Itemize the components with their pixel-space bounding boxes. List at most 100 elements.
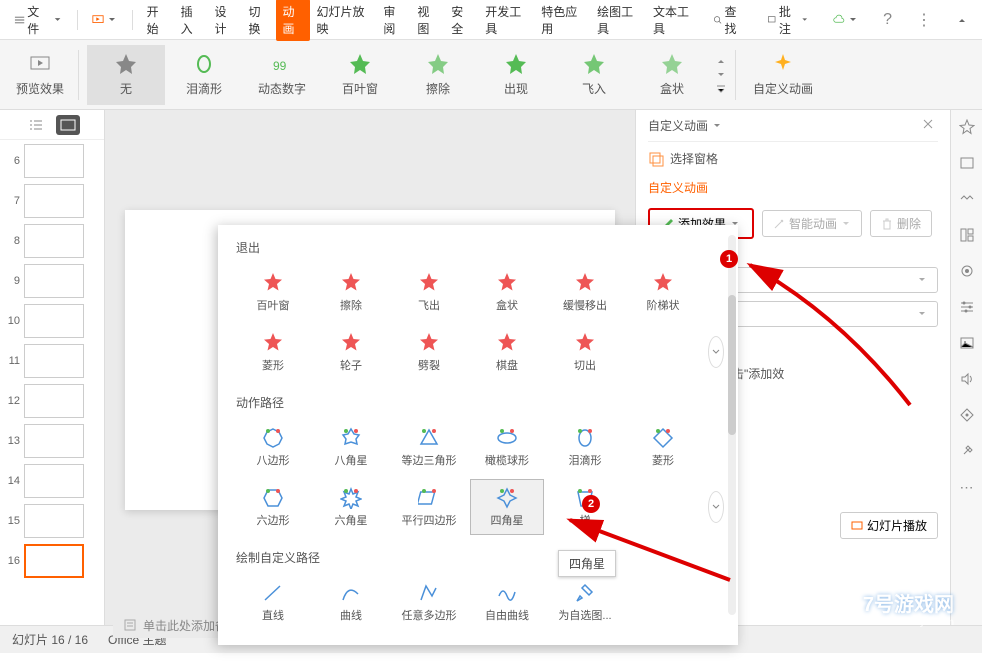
anim-preset-0[interactable]: 无	[87, 45, 165, 105]
menu-tab-9[interactable]: 开发工具	[479, 0, 535, 41]
slide-thumbnail[interactable]: 6	[4, 144, 100, 178]
custom-path-item[interactable]: 自由曲线	[470, 574, 544, 630]
custom-path-item[interactable]: 为自选图...	[548, 574, 622, 630]
expand-gallery-icon[interactable]	[715, 84, 727, 94]
menu-tab-5[interactable]: 幻灯片放映	[310, 0, 377, 41]
anim-preset-4[interactable]: 擦除	[399, 45, 477, 105]
more-exit-button[interactable]	[708, 336, 724, 368]
path-effect-item[interactable]: 八角星	[314, 419, 388, 475]
anim-preset-7[interactable]: 盒状	[633, 45, 711, 105]
path-effect-item[interactable]: 等边三角形	[392, 419, 466, 475]
rb-anim-icon[interactable]	[958, 262, 976, 280]
rb-settings-icon[interactable]	[958, 298, 976, 316]
delete-button[interactable]: 删除	[870, 210, 932, 237]
rb-sound-icon[interactable]	[958, 370, 976, 388]
slide-thumbnail[interactable]: 7	[4, 184, 100, 218]
path-effect-item[interactable]: 橄榄球形	[470, 419, 544, 475]
menu-tab-12[interactable]: 文本工具	[647, 0, 703, 41]
slide-thumbnail[interactable]: 10	[4, 304, 100, 338]
exit-effect-item[interactable]: 劈裂	[392, 324, 466, 380]
thumbnail-view-button[interactable]	[56, 115, 80, 135]
path-effect-item[interactable]: 八边形	[236, 419, 310, 475]
thumb-icon	[60, 119, 76, 131]
path-effect-item[interactable]: 六角星	[314, 479, 388, 535]
anim-preset-6[interactable]: 飞入	[555, 45, 633, 105]
exit-effect-item[interactable]: 盒状	[470, 264, 544, 320]
rb-more-icon[interactable]: ⋯	[958, 478, 976, 496]
anim-preset-3[interactable]: 百叶窗	[321, 45, 399, 105]
slideshow-play-button[interactable]: 幻灯片播放	[840, 512, 938, 539]
scroll-up-icon[interactable]	[715, 56, 727, 66]
exit-effect-item[interactable]: 轮子	[314, 324, 388, 380]
slide-thumbnail[interactable]: 13	[4, 424, 100, 458]
exit-effect-item[interactable]: 百叶窗	[236, 264, 310, 320]
right-toolbar: ⋯	[950, 110, 982, 625]
menu-tab-3[interactable]: 切换	[243, 0, 277, 41]
rb-tool-icon[interactable]	[958, 442, 976, 460]
exit-effect-item[interactable]: 飞出	[392, 264, 466, 320]
slide-thumbnail[interactable]: 15	[4, 504, 100, 538]
menu-tab-10[interactable]: 特色应用	[535, 0, 591, 41]
scroll-down-icon[interactable]	[715, 70, 727, 80]
rb-box-icon[interactable]	[958, 154, 976, 172]
select-pane-link[interactable]: 选择窗格	[670, 150, 718, 167]
expand-button[interactable]	[950, 10, 974, 30]
outline-view-button[interactable]	[24, 115, 48, 135]
menu-tab-11[interactable]: 绘图工具	[591, 0, 647, 41]
exit-effect-item[interactable]: 菱形	[236, 324, 310, 380]
path-effect-item[interactable]: 泪滴形	[548, 419, 622, 475]
custom-path-item[interactable]: 直线	[236, 574, 310, 630]
exit-effect-item[interactable]: 阶梯状	[626, 264, 700, 320]
close-pane-button[interactable]	[918, 114, 938, 137]
slide-thumbnail[interactable]: 11	[4, 344, 100, 378]
cloud-button[interactable]	[827, 10, 865, 30]
slideshow-mini-icon[interactable]	[86, 10, 124, 30]
slide-thumbnail[interactable]: 14	[4, 464, 100, 498]
rb-effects-icon[interactable]	[958, 190, 976, 208]
more-path-button[interactable]	[708, 491, 724, 523]
menu-tabs: 开始插入设计切换动画幻灯片放映审阅视图安全开发工具特色应用绘图工具文本工具	[141, 0, 703, 41]
rb-template-icon[interactable]	[958, 226, 976, 244]
menu-tab-2[interactable]: 设计	[209, 0, 243, 41]
anim-preset-1[interactable]: 泪滴形	[165, 45, 243, 105]
smart-anim-button[interactable]: 智能动画	[762, 210, 862, 237]
exit-effect-item[interactable]: 擦除	[314, 264, 388, 320]
scrollbar[interactable]	[728, 235, 736, 615]
menu-hamburger[interactable]: 文件	[8, 0, 69, 41]
slide-thumbnail[interactable]: 9	[4, 264, 100, 298]
search-button[interactable]: 查找	[707, 0, 749, 41]
exit-effect-item[interactable]: 切出	[548, 324, 622, 380]
watermark: 7号游戏网 xiayx.com	[863, 588, 954, 628]
pane-title[interactable]: 自定义动画	[648, 117, 722, 134]
menu-tab-4[interactable]: 动画	[276, 0, 310, 41]
slide-thumbnail[interactable]: 12	[4, 384, 100, 418]
slide-thumbnail[interactable]: 16	[4, 544, 100, 578]
path-effect-item[interactable]: 菱形	[626, 419, 700, 475]
path-effect-item[interactable]: 平行四边形	[392, 479, 466, 535]
rb-star-icon[interactable]	[958, 118, 976, 136]
path-effect-item[interactable]: 六边形	[236, 479, 310, 535]
annotate-button[interactable]: 批注	[761, 0, 815, 41]
custom-anim-button[interactable]: 自定义动画	[744, 45, 822, 105]
custom-path-item[interactable]: 任意多边形	[392, 574, 466, 630]
menu-tab-1[interactable]: 插入	[175, 0, 209, 41]
help-button[interactable]: ?	[877, 7, 898, 33]
custom-path-item[interactable]: 曲线	[314, 574, 388, 630]
anim-preset-2[interactable]: 99动态数字	[243, 45, 321, 105]
slide-thumbnail[interactable]: 8	[4, 224, 100, 258]
menu-tab-6[interactable]: 审阅	[377, 0, 411, 41]
rb-diamond-icon[interactable]	[958, 406, 976, 424]
more-button[interactable]: ⋮	[910, 6, 938, 34]
rb-image-icon[interactable]	[958, 334, 976, 352]
path-effect-item[interactable]: 四角星	[470, 479, 544, 535]
menu-tab-8[interactable]: 安全	[445, 0, 479, 41]
svg-text:99: 99	[273, 59, 287, 73]
menu-tab-0[interactable]: 开始	[141, 0, 175, 41]
preview-button[interactable]: 预览效果	[10, 45, 70, 105]
anim-preset-5[interactable]: 出现	[477, 45, 555, 105]
menu-tab-7[interactable]: 视图	[411, 0, 445, 41]
exit-effect-item[interactable]: 棋盘	[470, 324, 544, 380]
exit-effect-item[interactable]: 缓慢移出	[548, 264, 622, 320]
divider	[132, 10, 133, 30]
custom-anim-link[interactable]: 自定义动画	[648, 175, 938, 200]
